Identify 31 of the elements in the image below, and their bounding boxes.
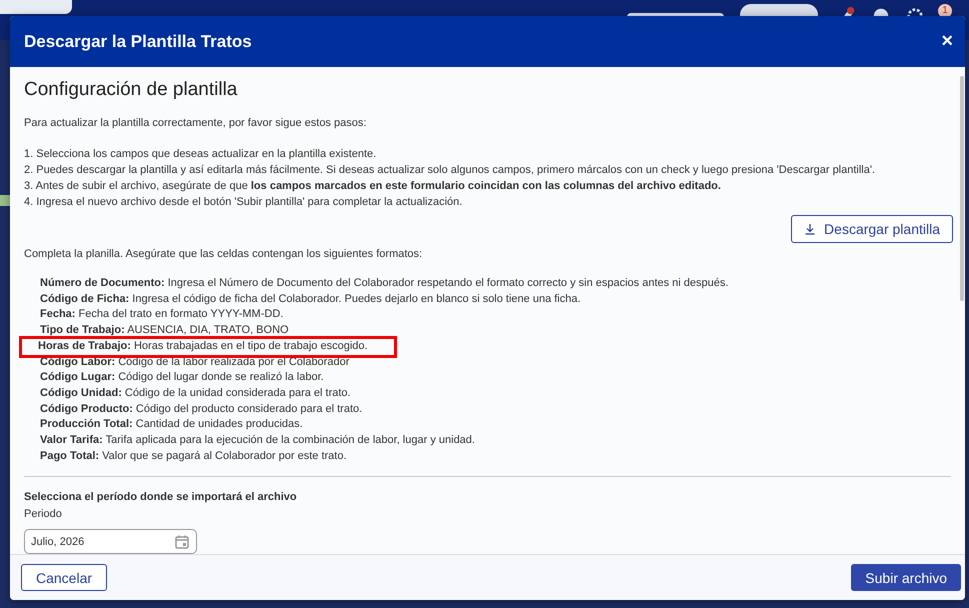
format-description: Fecha: Fecha del trato en formato YYYY-MM-DD. bbox=[39, 307, 284, 322]
dialog-title: Descargar la Plantilla Tratos bbox=[24, 32, 252, 52]
format-description: Código Unidad: Código de la unidad considerada para el trato. bbox=[39, 386, 352, 401]
search-field[interactable] bbox=[0, 0, 72, 14]
format-description: Valor Tarifa: Tarifa aplicada para la ejecución de la combinación de labor, lugar y unidad. bbox=[39, 433, 476, 448]
format-description: Código Producto: Código del producto considerado para el trato. bbox=[39, 402, 364, 417]
instruction-step: 1. Selecciona los campos que deseas actualizar en la plantilla existente. bbox=[24, 146, 951, 162]
period-title: Selecciona el período donde se importará el archivo bbox=[24, 491, 298, 504]
intro-text: Para actualizar la plantilla correctamente, por favor sigue estos pasos: bbox=[24, 116, 368, 130]
format-description: Pago Total: Valor que se pagará al Colaborador por este trato. bbox=[39, 448, 348, 464]
download-icon bbox=[804, 223, 816, 235]
status-tag bbox=[0, 195, 10, 206]
format-description: Código Lugar: Código del lugar donde se realizó la labor. bbox=[39, 370, 325, 386]
cancel-button[interactable]: Cancelar bbox=[21, 564, 108, 591]
format-description: Código de Ficha: Ingresa el código de ficha del Colaborador. Puedes dejarlo en blanco si solo tiene una ficha. bbox=[39, 292, 582, 307]
period-field[interactable]: Julio, 2026 bbox=[24, 529, 197, 554]
close-button[interactable]: × bbox=[939, 30, 955, 53]
formats-intro: Completa la planilla. Asegúrate que las celdas contengan los siguientes formatos: bbox=[24, 247, 424, 261]
scrollbar[interactable] bbox=[960, 76, 964, 301]
instruction-step: 3. Antes de subir el archivo, asegúrate de que los campos marcados en este formulario coincidan con las columnas del archivo editado. bbox=[24, 178, 951, 194]
period-label: Periodo bbox=[24, 508, 63, 520]
instruction-step: 4. Ingresa el nuevo archivo desde el botón 'Subir plantilla' para completar la actualización. bbox=[24, 194, 951, 210]
submit-button[interactable]: Subir archivo bbox=[851, 564, 961, 591]
format-description: Producción Total: Cantidad de unidades producidas. bbox=[39, 417, 304, 432]
instruction-step: 2. Puedes descargar la plantilla y así editarla más fácilmente. Si deseas actualizar solo algunos campos, primero márcalos con un check y luego presiona 'Descargar plantilla'. bbox=[24, 162, 951, 178]
format-description: Horas de Trabajo: Horas trabajadas en el tipo de trabajo escogido. bbox=[22, 338, 394, 355]
section-heading: Configuración de plantilla bbox=[24, 79, 238, 101]
download-button[interactable]: Descargar plantilla bbox=[791, 215, 953, 243]
calendar-icon bbox=[174, 534, 190, 550]
format-description: Número de Documento: Ingresa el Número de Documento del Colaborador respetando el formato correcto y sin espacios antes ni después. bbox=[39, 276, 730, 291]
format-description: Tipo de Trabajo: AUSENCIA, DIA, TRATO, BONO bbox=[39, 323, 290, 338]
